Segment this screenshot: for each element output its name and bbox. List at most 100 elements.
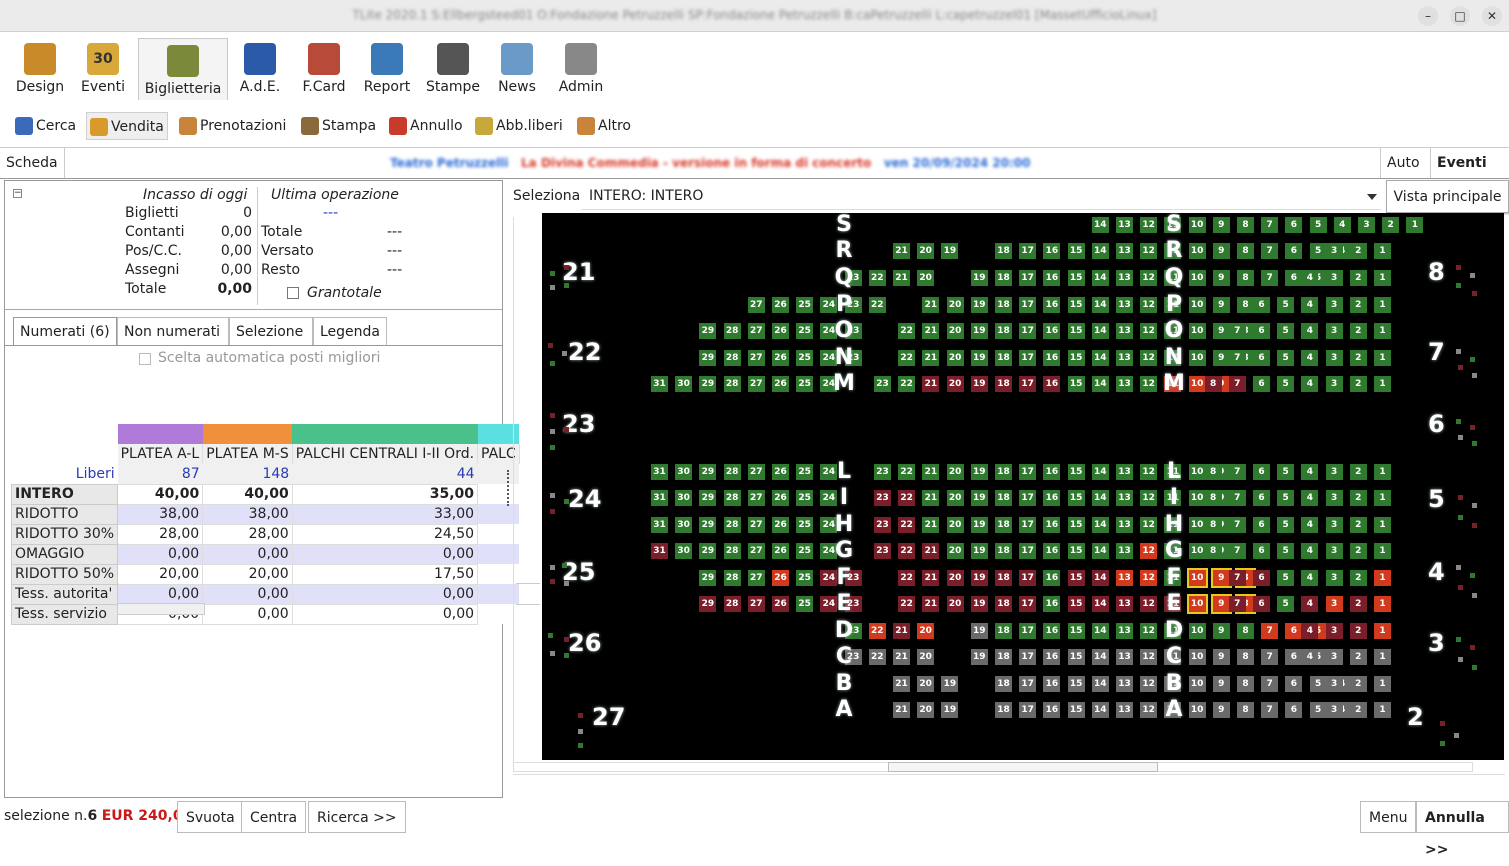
seat[interactable]: 20 (917, 649, 935, 665)
seat[interactable]: 5 (1277, 297, 1295, 313)
seat[interactable]: 5 (1277, 517, 1295, 533)
seat[interactable]: 31 (651, 543, 668, 559)
seat[interactable]: 19 (970, 323, 988, 339)
seat[interactable]: 17 (1019, 490, 1037, 506)
seat[interactable]: 19 (970, 350, 988, 366)
seat[interactable]: 27 (747, 490, 765, 506)
seat[interactable]: 1 (1374, 350, 1391, 366)
seat[interactable]: 19 (970, 543, 988, 559)
box-dot[interactable] (564, 653, 569, 658)
seat[interactable]: 5 (1309, 676, 1327, 692)
box-dot[interactable] (578, 713, 583, 718)
box-dot[interactable] (1472, 291, 1477, 296)
eventi-button[interactable]: Eventi >> (1430, 148, 1509, 201)
seat[interactable]: 8 (1204, 490, 1222, 506)
seat[interactable]: 6 (1285, 217, 1303, 233)
seat[interactable]: 12 (1140, 517, 1158, 533)
seat[interactable]: 7 (1261, 649, 1279, 665)
close-button[interactable]: ✕ (1482, 6, 1502, 26)
seat[interactable]: 1 (1374, 649, 1391, 665)
seat[interactable]: 3 (1325, 464, 1343, 480)
seat[interactable]: 20 (946, 517, 964, 533)
seat[interactable]: 1 (1374, 490, 1391, 506)
seat[interactable]: 17 (1019, 243, 1037, 259)
seat[interactable]: 15 (1067, 270, 1085, 286)
seat[interactable]: 18 (995, 464, 1012, 480)
box-dot[interactable] (550, 413, 555, 418)
seat[interactable]: 14 (1091, 623, 1109, 639)
seat[interactable]: 13 (1116, 243, 1133, 259)
seat[interactable]: 13 (1116, 543, 1133, 559)
seat[interactable]: 6 (1253, 297, 1270, 313)
seat[interactable]: 8 (1237, 702, 1254, 718)
seat[interactable]: 9 (1210, 594, 1232, 614)
seat[interactable]: 27 (747, 297, 765, 313)
seat[interactable]: 25 (796, 323, 814, 339)
seat[interactable]: 12 (1140, 297, 1158, 313)
seat[interactable]: 16 (1043, 464, 1061, 480)
seat[interactable]: 7 (1228, 464, 1246, 480)
box-dot[interactable] (1472, 593, 1477, 598)
box-dot[interactable] (1456, 565, 1461, 570)
seat[interactable]: 8 (1237, 676, 1254, 692)
subbar-cerca-button[interactable]: Cerca (12, 112, 78, 140)
seat[interactable]: 31 (651, 376, 668, 392)
seat[interactable]: 18 (995, 596, 1012, 612)
seat[interactable]: 4 (1301, 297, 1319, 313)
seat[interactable]: 22 (868, 297, 886, 313)
seat[interactable]: 8 (1237, 649, 1254, 665)
seat[interactable]: 27 (747, 543, 765, 559)
seat[interactable]: 21 (922, 570, 940, 586)
price-cell[interactable]: 24,50 (291, 523, 479, 545)
seat[interactable]: 16 (1043, 490, 1061, 506)
seat[interactable]: 18 (995, 323, 1012, 339)
seat[interactable]: 10 (1188, 623, 1206, 639)
seat[interactable]: 20 (917, 702, 935, 718)
seat[interactable]: 4 (1301, 596, 1319, 612)
seat[interactable]: 3 (1325, 543, 1343, 559)
box-dot[interactable] (1458, 515, 1463, 520)
seat[interactable]: 12 (1140, 217, 1158, 233)
seat[interactable]: 16 (1043, 570, 1061, 586)
seat[interactable]: 1 (1374, 297, 1391, 313)
seat[interactable]: 1 (1374, 596, 1391, 612)
seat[interactable]: 10 (1188, 376, 1206, 392)
box-dot[interactable] (1440, 741, 1445, 746)
seat[interactable]: 15 (1067, 676, 1085, 692)
tab-nonnumerati[interactable]: Non numerati (117, 317, 229, 345)
seat[interactable]: 6 (1253, 323, 1270, 339)
seat[interactable]: 12 (1140, 350, 1158, 366)
seat[interactable]: 31 (651, 490, 668, 506)
seat[interactable]: 23 (874, 464, 891, 480)
seat[interactable]: 26 (772, 543, 789, 559)
box-dot[interactable] (1456, 419, 1461, 424)
seat[interactable]: 14 (1091, 270, 1109, 286)
tab-numerati[interactable]: Numerati (6) (13, 317, 117, 345)
seat[interactable]: 4 (1333, 217, 1351, 233)
seat[interactable]: 2 (1349, 570, 1367, 586)
seat[interactable]: 30 (675, 464, 693, 480)
toolbar-eventi-button[interactable]: 30 Eventi (80, 37, 126, 99)
seat[interactable]: 26 (772, 297, 789, 313)
seat[interactable]: 12 (1140, 270, 1158, 286)
seat[interactable]: 10 (1188, 243, 1206, 259)
box-dot[interactable] (1470, 357, 1475, 362)
box-dot[interactable] (550, 509, 555, 514)
seat[interactable]: 22 (868, 623, 886, 639)
seat[interactable]: 18 (995, 623, 1012, 639)
toolbar-design-button[interactable]: Design (14, 37, 66, 99)
seat[interactable]: 15 (1067, 350, 1085, 366)
seat[interactable]: 6 (1285, 270, 1303, 286)
seat[interactable]: 16 (1043, 596, 1061, 612)
seat[interactable]: 1 (1374, 702, 1391, 718)
seat[interactable]: 16 (1043, 543, 1061, 559)
box-dot[interactable] (1456, 283, 1461, 288)
seat[interactable]: 7 (1261, 676, 1279, 692)
seat[interactable]: 7 (1261, 243, 1279, 259)
seat[interactable]: 12 (1140, 623, 1158, 639)
seat[interactable]: 21 (922, 323, 940, 339)
seat[interactable]: 30 (675, 543, 693, 559)
seat[interactable]: 21 (922, 376, 940, 392)
seat[interactable]: 5 (1309, 702, 1327, 718)
seat[interactable]: 16 (1043, 649, 1061, 665)
